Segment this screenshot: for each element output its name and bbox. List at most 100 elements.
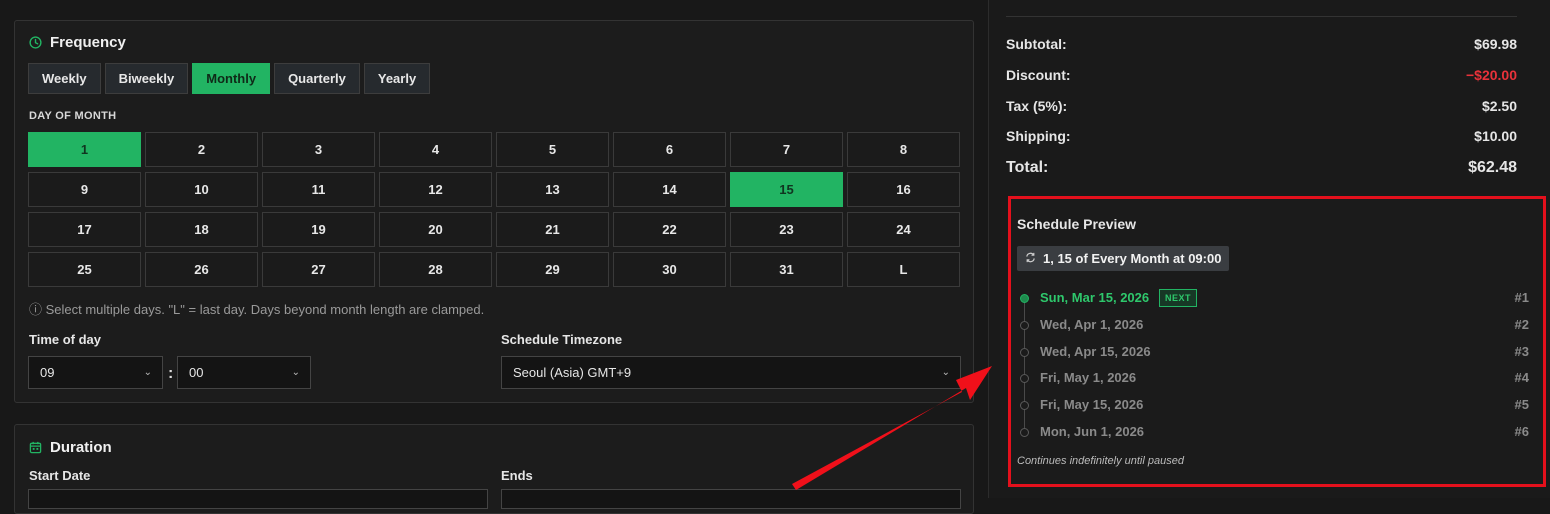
repeat-icon [1025,246,1036,271]
schedule-summary-badge: 1, 15 of Every Month at 09:00 [1017,246,1230,271]
day-cell-8[interactable]: 8 [847,132,960,167]
occurrence-item: Sun, Mar 15, 2026 NEXT #1 [1017,289,1529,310]
day-of-month-label: DAY OF MONTH [29,110,117,122]
occurrence-date: Wed, Apr 1, 2026 [1040,317,1144,332]
discount-value: −$20.00 [1466,67,1517,83]
frequency-card: Frequency Weekly Biweekly Monthly Quarte… [14,20,974,403]
day-cell-2[interactable]: 2 [145,132,258,167]
subtotal-label: Subtotal: [1006,36,1067,52]
schedule-footnote: Continues indefinitely until paused [1017,455,1184,467]
day-cell-11[interactable]: 11 [262,172,375,207]
day-of-month-grid: 1 2 3 4 5 6 7 8 9 10 11 12 13 14 15 16 17 18 19 20 21 22 23 24 2… [28,132,960,287]
day-cell-29[interactable]: 29 [496,252,609,287]
occurrence-item: Wed, Apr 15, 2026 #3 [1017,344,1529,364]
minute-select[interactable]: 00 ⌄ [177,356,311,389]
frequency-option-biweekly[interactable]: Biweekly [104,63,189,94]
day-cell-27[interactable]: 27 [262,252,375,287]
day-cell-22[interactable]: 22 [613,212,726,247]
summary-divider [1006,16,1517,17]
timeline-dot [1020,321,1029,330]
start-date-input[interactable] [28,489,488,509]
tax-label: Tax (5%): [1006,98,1068,114]
day-cell-4[interactable]: 4 [379,132,492,167]
occurrence-date: Fri, May 15, 2026 [1040,397,1144,412]
day-cell-21[interactable]: 21 [496,212,609,247]
timezone-value: Seoul (Asia) GMT+9 [513,365,632,380]
occurrence-number: #3 [1514,344,1529,359]
timeline-dot [1020,401,1029,410]
occurrence-number: #5 [1514,397,1529,412]
day-cell-24[interactable]: 24 [847,212,960,247]
occurrence-date: Mon, Jun 1, 2026 [1040,424,1145,439]
occurrence-item: Mon, Jun 1, 2026 #6 [1017,424,1529,444]
day-cell-10[interactable]: 10 [145,172,258,207]
day-cell-13[interactable]: 13 [496,172,609,207]
subtotal-value: $69.98 [1474,36,1517,52]
schedule-preview-highlight: Schedule Preview 1, 15 of Every Month at… [1008,196,1546,487]
shipping-label: Shipping: [1006,128,1071,144]
start-date-label: Start Date [29,468,91,483]
day-cell-26[interactable]: 26 [145,252,258,287]
day-cell-30[interactable]: 30 [613,252,726,287]
ends-select[interactable] [501,489,961,509]
day-cell-12[interactable]: 12 [379,172,492,207]
subtotal-row: Subtotal: $69.98 [1006,36,1517,52]
day-cell-18[interactable]: 18 [145,212,258,247]
day-cell-16[interactable]: 16 [847,172,960,207]
total-value: $62.48 [1468,159,1517,176]
occurrence-number: #4 [1514,370,1529,385]
time-separator: : [168,365,174,382]
occurrence-item: Wed, Apr 1, 2026 #2 [1017,317,1529,337]
day-cell-7[interactable]: 7 [730,132,843,167]
frequency-title: Frequency [50,34,126,51]
occurrence-number: #6 [1514,424,1529,439]
day-cell-31[interactable]: 31 [730,252,843,287]
occurrence-date: Sun, Mar 15, 2026 [1040,290,1150,305]
frequency-header: Frequency [29,34,126,51]
tax-row: Tax (5%): $2.50 [1006,98,1517,114]
shipping-value: $10.00 [1474,128,1517,144]
day-cell-28[interactable]: 28 [379,252,492,287]
discount-row: Discount: −$20.00 [1006,67,1517,83]
occurrence-item: Fri, May 1, 2026 #4 [1017,370,1529,390]
total-label: Total: [1006,159,1049,176]
next-badge: NEXT [1159,289,1198,307]
tax-value: $2.50 [1481,98,1517,114]
day-cell-l[interactable]: L [847,252,960,287]
day-cell-5[interactable]: 5 [496,132,609,167]
schedule-summary-text: 1, 15 of Every Month at 09:00 [1043,251,1222,266]
day-cell-25[interactable]: 25 [28,252,141,287]
day-cell-3[interactable]: 3 [262,132,375,167]
day-cell-9[interactable]: 9 [28,172,141,207]
clock-icon [29,36,42,49]
day-selection-hint: ⓘ Select multiple days. "L" = last day. … [29,302,485,317]
day-cell-6[interactable]: 6 [613,132,726,167]
frequency-option-yearly[interactable]: Yearly [363,63,431,94]
frequency-option-quarterly[interactable]: Quarterly [274,63,360,94]
day-cell-23[interactable]: 23 [730,212,843,247]
timeline-dot [1020,348,1029,357]
hour-value: 09 [40,365,55,380]
discount-label: Discount: [1006,67,1071,83]
day-cell-1[interactable]: 1 [28,132,141,167]
day-cell-20[interactable]: 20 [379,212,492,247]
occurrence-number: #1 [1514,290,1529,305]
chevron-down-icon: ⌄ [143,367,152,378]
duration-title: Duration [50,439,112,456]
day-cell-17[interactable]: 17 [28,212,141,247]
timezone-label: Schedule Timezone [501,332,623,347]
occurrence-date: Fri, May 1, 2026 [1040,370,1137,385]
occurrence-date: Wed, Apr 15, 2026 [1040,344,1151,359]
hour-select[interactable]: 09 ⌄ [28,356,163,389]
frequency-option-monthly[interactable]: Monthly [192,63,271,94]
day-cell-14[interactable]: 14 [613,172,726,207]
chevron-down-icon: ⌄ [291,367,300,378]
day-cell-19[interactable]: 19 [262,212,375,247]
shipping-row: Shipping: $10.00 [1006,128,1517,144]
annotation-arrow-icon [792,366,992,490]
frequency-option-weekly[interactable]: Weekly [28,63,101,94]
minute-value: 00 [189,365,204,380]
timeline-dot [1020,428,1029,437]
occurrence-number: #2 [1514,317,1529,332]
day-cell-15[interactable]: 15 [730,172,843,207]
